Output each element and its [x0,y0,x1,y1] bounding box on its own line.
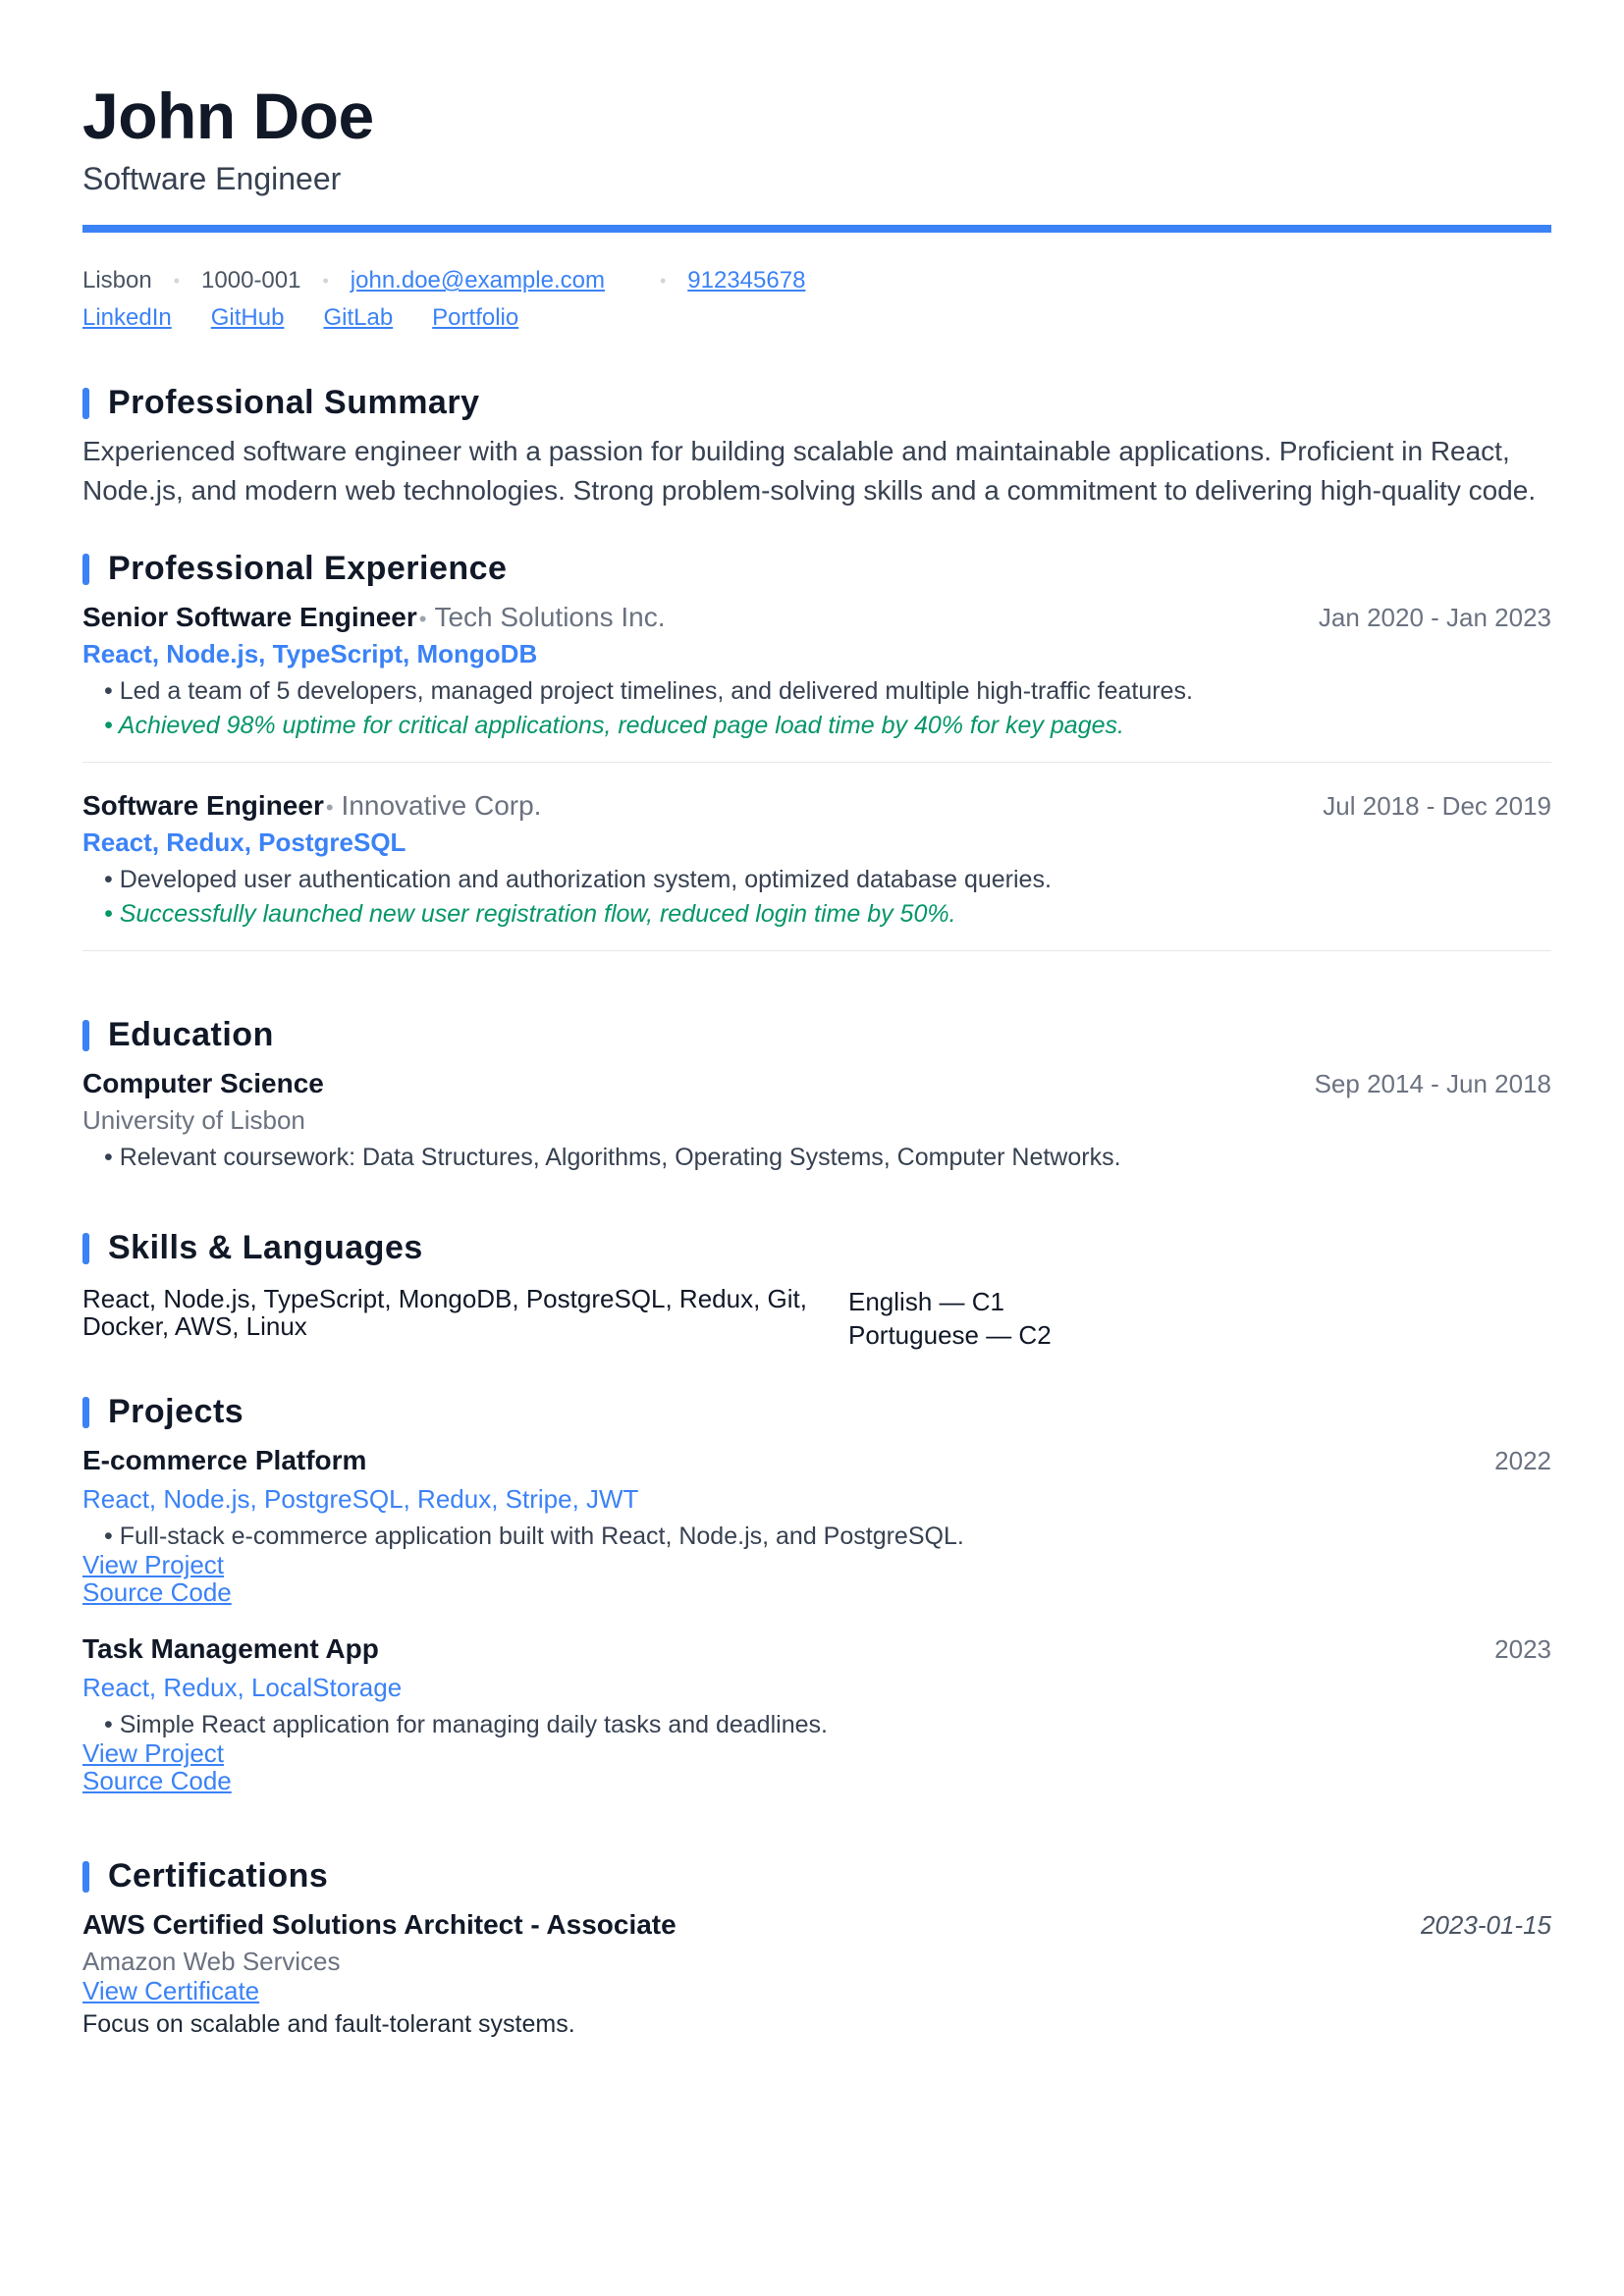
section-header-skills: Skills & Languages [82,1229,1551,1267]
language-item: English — C1 [848,1287,1004,1317]
section-header-education: Education [82,1016,1551,1054]
section-header-experience: Professional Experience [82,550,1551,588]
role-separator-dot: • [325,795,334,821]
section-title: Professional Experience [108,550,508,588]
linkedin-link[interactable]: LinkedIn [82,299,172,337]
certification-entry-header: AWS Certified Solutions Architect - Asso… [82,1909,1551,1941]
section-title: Professional Summary [108,384,480,422]
section-accent-bar [82,1396,89,1428]
section-header-projects: Projects [82,1393,1551,1431]
section-title: Education [108,1016,274,1054]
section-accent-bar [82,1019,89,1051]
experience-bullet: • Developed user authentication and auth… [104,866,1052,894]
contact-separator-dot: • [659,271,667,292]
experience-achievement: • Achieved 98% uptime for critical appli… [104,712,1124,740]
education-degree: Computer Science [82,1068,324,1099]
entry-divider [82,950,1551,952]
contact-postal: 1000-001 [201,267,301,294]
skills-line: React, Node.js, TypeScript, MongoDB, Pos… [82,1284,807,1314]
view-project-link[interactable]: View Project [82,1550,224,1579]
source-code-link[interactable]: Source Code [82,1766,232,1795]
project-entry: E-commerce Platform 2022 React, Node.js,… [82,1445,1551,1606]
certification-entry: AWS Certified Solutions Architect - Asso… [82,1909,1551,2039]
candidate-name: John Doe [82,80,374,152]
resume-page: John Doe Software Engineer Lisbon • 1000… [82,69,1551,2039]
education-dates: Sep 2014 - Jun 2018 [1314,1069,1551,1099]
section-title: Certifications [108,1857,329,1896]
experience-company: Innovative Corp. [341,790,542,822]
project-name: E-commerce Platform [82,1445,367,1476]
contact-separator-dot: • [322,271,329,292]
candidate-title: Software Engineer [82,161,342,196]
experience-dates: Jul 2018 - Dec 2019 [1323,791,1551,822]
project-year: 2023 [1494,1634,1551,1665]
certification-date: 2023-01-15 [1421,1910,1551,1941]
certification-issuer: Amazon Web Services [82,1947,341,1977]
experience-entry: Software Engineer• Innovative Corp. Jul 2… [82,790,1551,952]
skills-block: React, Node.js, TypeScript, MongoDB, Pos… [82,1285,1551,1352]
source-code-link[interactable]: Source Code [82,1577,232,1607]
contact-email-link[interactable]: john.doe@example.com [351,262,605,299]
skills-list: React, Node.js, TypeScript, MongoDB, Pos… [82,1285,848,1352]
view-certificate-link[interactable]: View Certificate [82,1976,259,2005]
experience-role-line: Senior Software Engineer• Tech Solutions … [82,602,665,633]
project-bullet: • Full-stack e-commerce application buil… [104,1522,964,1551]
section-header-certifications: Certifications [82,1857,1551,1896]
project-name: Task Management App [82,1633,379,1665]
certification-note: Focus on scalable and fault-tolerant sys… [82,2010,575,2039]
experience-dates: Jan 2020 - Jan 2023 [1318,603,1551,633]
experience-entry: Senior Software Engineer• Tech Solutions … [82,602,1551,764]
languages-list: English — C1 Portuguese — C2 [848,1285,1052,1352]
experience-tech: React, Node.js, TypeScript, MongoDB [82,639,538,669]
contact-row-main: Lisbon • 1000-001 • john.doe@example.com… [82,262,1551,299]
experience-entry-header: Senior Software Engineer• Tech Solutions … [82,602,1551,633]
section-accent-bar [82,553,89,585]
skills-line: Docker, AWS, Linux [82,1311,307,1342]
header-rule [82,225,1551,234]
section-accent-bar [82,1232,89,1264]
section-title: Projects [108,1393,244,1431]
education-entry-header: Computer Science Sep 2014 - Jun 2018 [82,1068,1551,1099]
project-tech: React, Redux, LocalStorage [82,1673,403,1703]
education-school: University of Lisbon [82,1105,305,1136]
experience-achievement: • Successfully launched new user registr… [104,900,956,929]
experience-tech: React, Redux, PostgreSQL [82,828,406,858]
section-accent-bar [82,387,89,419]
contact-separator-dot: • [173,271,181,292]
experience-entry-header: Software Engineer• Innovative Corp. Jul 2… [82,790,1551,822]
section-accent-bar [82,1860,89,1893]
view-project-link[interactable]: View Project [82,1738,224,1768]
experience-company: Tech Solutions Inc. [434,602,666,633]
contact-phone-link[interactable]: 912345678 [687,262,805,299]
contact-city: Lisbon [82,267,152,294]
contact-block: Lisbon • 1000-001 • john.doe@example.com… [82,262,1551,337]
project-entry: Task Management App 2023 React, Redux, L… [82,1633,1551,1794]
education-bullet: • Relevant coursework: Data Structures, … [104,1144,1121,1172]
role-separator-dot: • [418,607,427,632]
entry-divider [82,762,1551,764]
experience-role: Senior Software Engineer [82,602,417,633]
project-bullet: • Simple React application for managing … [104,1711,828,1739]
section-header-summary: Professional Summary [82,384,1551,422]
language-item: Portuguese — C2 [848,1320,1052,1351]
github-link[interactable]: GitHub [211,299,285,337]
contact-row-links: LinkedIn GitHub GitLab Portfolio [82,299,1551,337]
project-year: 2022 [1494,1446,1551,1476]
project-entry-header: Task Management App 2023 [82,1633,1551,1665]
section-title: Skills & Languages [108,1229,423,1267]
experience-role: Software Engineer [82,790,324,822]
gitlab-link[interactable]: GitLab [323,299,393,337]
project-entry-header: E-commerce Platform 2022 [82,1445,1551,1476]
certification-name: AWS Certified Solutions Architect - Asso… [82,1909,677,1941]
education-entry: Computer Science Sep 2014 - Jun 2018 Uni… [82,1068,1551,1172]
experience-role-line: Software Engineer• Innovative Corp. [82,790,541,822]
summary-text: Experienced software engineer with a pas… [82,436,1537,507]
project-tech: React, Node.js, PostgreSQL, Redux, Strip… [82,1484,639,1515]
experience-bullet: • Led a team of 5 developers, managed pr… [104,677,1193,706]
portfolio-link[interactable]: Portfolio [432,299,518,337]
